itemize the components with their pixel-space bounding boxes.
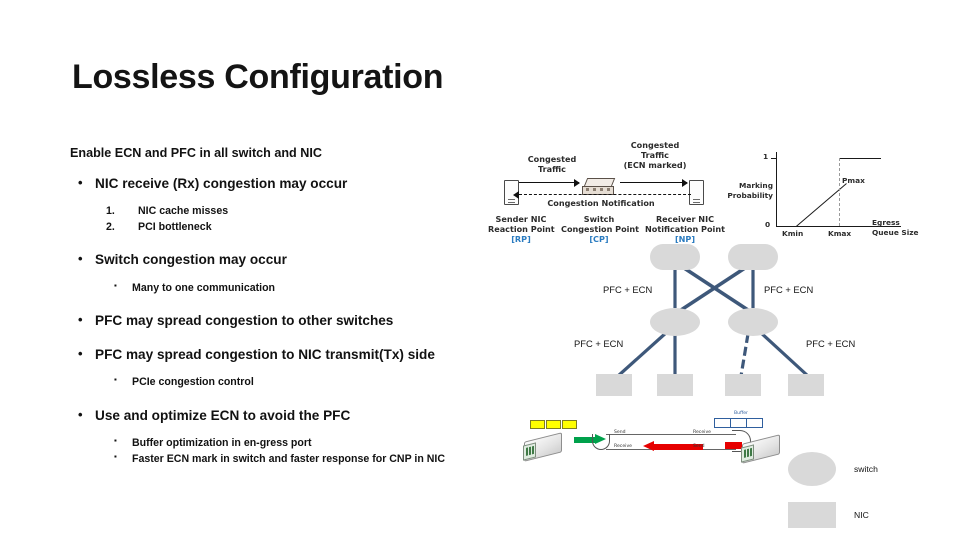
link-leaf1-nic1 xyxy=(616,330,669,378)
spine-switch-2 xyxy=(728,244,778,270)
subbullet-many-to-one: Many to one communication xyxy=(70,280,490,297)
legend-switch-label: switch xyxy=(854,464,878,474)
nic-4 xyxy=(788,374,824,396)
buffer-boxes xyxy=(714,418,763,428)
link-leaf2-nic4 xyxy=(758,330,810,378)
legend-nic-label: NIC xyxy=(854,510,869,520)
lead-line: Enable ECN and PFC in all switch and NIC xyxy=(70,146,322,160)
graphics-region: Congested Traffic Congested Traffic (ECN… xyxy=(488,140,960,540)
legend-nic-shape xyxy=(788,502,836,528)
left-loopback xyxy=(592,434,610,450)
arrow-head xyxy=(643,441,654,451)
switch-icon-port xyxy=(600,188,603,191)
list-number: 2. xyxy=(106,220,115,233)
page-title: Lossless Configuration xyxy=(72,58,444,96)
receive-label-left: Receive xyxy=(614,444,632,449)
chart-xtick-label-kmax: Kmax xyxy=(828,229,852,238)
sender-nic-caption: Sender NIC Reaction Point [RP] xyxy=(488,214,555,245)
chart-y-axis-label: Marking Probability xyxy=(727,181,773,200)
ecn-marking-probability-chart: 1 0 Kmin Kmax Marking Probability Egress… xyxy=(720,142,960,252)
nic-3 xyxy=(725,374,761,396)
receiver-nic-icon xyxy=(689,180,704,205)
buffer-cell xyxy=(746,418,763,428)
numbered-item-pci-bottleneck: 2. PCI bottleneck xyxy=(70,220,490,235)
chart-plateau-segment xyxy=(839,158,881,160)
dcqcn-diagram: Congested Traffic Congested Traffic (ECN… xyxy=(488,140,725,252)
bullet-use-optimize-ecn: Use and optimize ECN to avoid the PFC xyxy=(70,406,490,425)
bullet-pfc-spread-switches: PFC may spread congestion to other switc… xyxy=(70,311,490,330)
queue-box-3 xyxy=(562,420,577,429)
bullet-switch-congestion: Switch congestion may occur xyxy=(70,250,490,269)
pfc-pause-diagram: Buffer Send Receive Receive Send xyxy=(518,411,818,485)
chart-x-axis-label: Egress Queue Size xyxy=(872,218,919,237)
chart-ytick-label-1: 1 xyxy=(763,152,769,161)
server-left-icon xyxy=(522,432,566,462)
label-pfc-ecn-upper-left: PFC + ECN xyxy=(603,284,653,295)
list-number: 1. xyxy=(106,205,115,218)
chart-kmax-guide xyxy=(839,158,840,226)
nic-2 xyxy=(657,374,693,396)
leaf-switch-1 xyxy=(650,308,700,336)
congested-traffic-left-label: Congested Traffic xyxy=(527,154,577,175)
switch-icon-port xyxy=(586,188,589,191)
diagram-legend: switch NIC xyxy=(788,450,938,540)
switch-icon-port xyxy=(607,188,610,191)
server-leds xyxy=(744,449,746,458)
list-item-label: NIC cache misses xyxy=(138,205,229,218)
switch-icon-port xyxy=(593,188,596,191)
queue-box-1 xyxy=(530,420,545,429)
queue-box-2 xyxy=(546,420,561,429)
buffer-cell xyxy=(714,418,730,428)
chart-ytick-1 xyxy=(771,158,776,160)
link-leaf2-nic3 xyxy=(739,333,750,377)
leaf-switch-2 xyxy=(728,308,778,336)
legend-switch-shape xyxy=(788,452,836,486)
send-label-left: Send xyxy=(614,430,626,435)
nic-1 xyxy=(596,374,632,396)
sender-tag: [RP] xyxy=(511,234,531,245)
slide-canvas: Lossless Configuration Enable ECN and PF… xyxy=(0,0,960,540)
bullet-pfc-spread-nic-tx: PFC may spread congestion to NIC transmi… xyxy=(70,345,490,364)
label-pfc-ecn-lower-left: PFC + ECN xyxy=(574,338,624,349)
congestion-notification-label: Congestion Notification xyxy=(547,198,655,208)
chart-ytick-label-0: 0 xyxy=(765,220,771,229)
subbullet-pcie-congestion-control: PCIe congestion control xyxy=(70,374,490,391)
network-topology-diagram: PFC + ECN PFC + ECN PFC + ECN PFC + ECN xyxy=(568,240,928,400)
buffer-cell xyxy=(730,418,746,428)
receive-label-right: Receive xyxy=(693,430,711,435)
congestion-notification-arrow xyxy=(513,190,691,199)
bullet-nic-rx-congestion: NIC receive (Rx) congestion may occur xyxy=(70,174,490,193)
switch-icon xyxy=(582,178,616,195)
body-text-column: Enable ECN and PFC in all switch and NIC… xyxy=(70,146,490,468)
label-pfc-ecn-lower-right: PFC + ECN xyxy=(806,338,856,349)
label-pfc-ecn-upper-right: PFC + ECN xyxy=(764,284,814,295)
subbullet-faster-ecn-mark: Faster ECN mark in switch and faster res… xyxy=(70,451,490,468)
send-label-right: Send xyxy=(693,444,705,449)
server-leds xyxy=(526,447,528,456)
chart-xtick-label-kmin: Kmin xyxy=(782,229,804,238)
subbullet-buffer-optimization: Buffer optimization in en-gress port xyxy=(70,435,490,452)
congested-traffic-arrow-left xyxy=(519,177,580,189)
numbered-item-nic-cache-misses: 1. NIC cache misses xyxy=(70,204,490,219)
chart-y-axis xyxy=(776,152,778,227)
congested-traffic-arrow-right xyxy=(620,177,688,189)
server-right-icon xyxy=(740,434,784,464)
chart-annotation-pmax: Pmax xyxy=(842,176,865,185)
congested-traffic-right-label: Congested Traffic (ECN marked) xyxy=(623,140,687,171)
buffer-label: Buffer xyxy=(734,411,748,416)
spine-switch-1 xyxy=(650,244,700,270)
list-item-label: PCI bottleneck xyxy=(138,220,212,233)
